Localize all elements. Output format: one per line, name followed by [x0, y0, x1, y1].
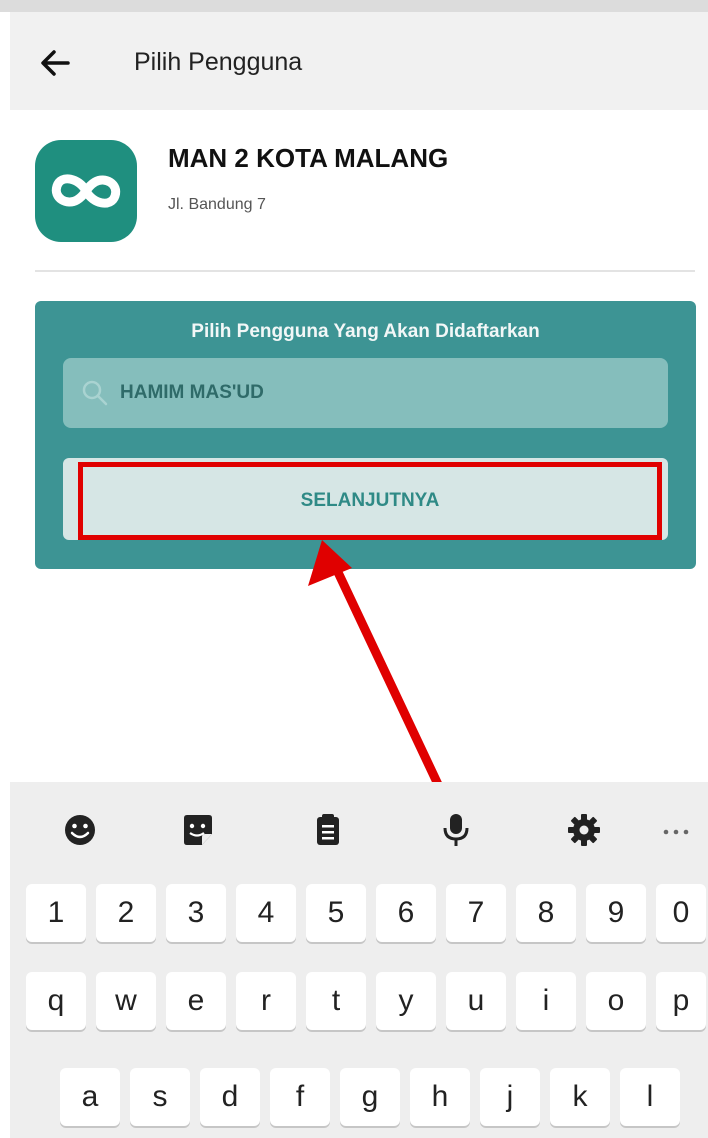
key-0[interactable]: 0 [656, 884, 706, 942]
app-bar: Pilih Pengguna [10, 12, 708, 110]
arrow-left-icon [41, 50, 70, 76]
key-7[interactable]: 7 [446, 884, 506, 942]
key-3[interactable]: 3 [166, 884, 226, 942]
key-l[interactable]: l [620, 1068, 680, 1126]
key-q[interactable]: q [26, 972, 86, 1030]
user-search-input[interactable]: HAMIM MAS'UD [63, 358, 668, 428]
key-w[interactable]: w [96, 972, 156, 1030]
next-button[interactable]: SELANJUTNYA [78, 462, 662, 540]
key-s[interactable]: s [130, 1068, 190, 1126]
key-o[interactable]: o [586, 972, 646, 1030]
key-j[interactable]: j [480, 1068, 540, 1126]
key-e[interactable]: e [166, 972, 226, 1030]
top-edge [0, 0, 708, 12]
key-r[interactable]: r [236, 972, 296, 1030]
key-g[interactable]: g [340, 1068, 400, 1126]
soft-keyboard: 1 2 3 4 5 6 7 8 9 0 q w e r t y u i o p … [10, 782, 708, 1138]
page-title: Pilih Pengguna [134, 48, 303, 76]
school-address: Jl. Bandung 7 [168, 196, 266, 213]
microphone-icon[interactable] [434, 808, 478, 852]
key-t[interactable]: t [306, 972, 366, 1030]
key-k[interactable]: k [550, 1068, 610, 1126]
search-value: HAMIM MAS'UD [120, 382, 264, 403]
key-6[interactable]: 6 [376, 884, 436, 942]
key-1[interactable]: 1 [26, 884, 86, 942]
sticker-icon[interactable] [176, 808, 220, 852]
key-i[interactable]: i [516, 972, 576, 1030]
school-logo [35, 140, 137, 242]
key-2[interactable]: 2 [96, 884, 156, 942]
key-8[interactable]: 8 [516, 884, 576, 942]
clipboard-icon[interactable] [306, 808, 350, 852]
infinity-logo-icon [51, 174, 121, 208]
key-h[interactable]: h [410, 1068, 470, 1126]
back-button[interactable] [38, 45, 74, 81]
emoji-icon[interactable] [58, 808, 102, 852]
key-d[interactable]: d [200, 1068, 260, 1126]
key-a[interactable]: a [60, 1068, 120, 1126]
more-icon[interactable] [654, 808, 698, 852]
search-icon [82, 380, 108, 406]
key-f[interactable]: f [270, 1068, 330, 1126]
divider [35, 270, 695, 272]
gear-icon[interactable] [562, 808, 606, 852]
key-4[interactable]: 4 [236, 884, 296, 942]
key-p[interactable]: p [656, 972, 706, 1030]
key-y[interactable]: y [376, 972, 436, 1030]
key-5[interactable]: 5 [306, 884, 366, 942]
key-9[interactable]: 9 [586, 884, 646, 942]
key-u[interactable]: u [446, 972, 506, 1030]
school-name: MAN 2 KOTA MALANG [168, 143, 449, 173]
card-title: Pilih Pengguna Yang Akan Didaftarkan [191, 321, 540, 342]
